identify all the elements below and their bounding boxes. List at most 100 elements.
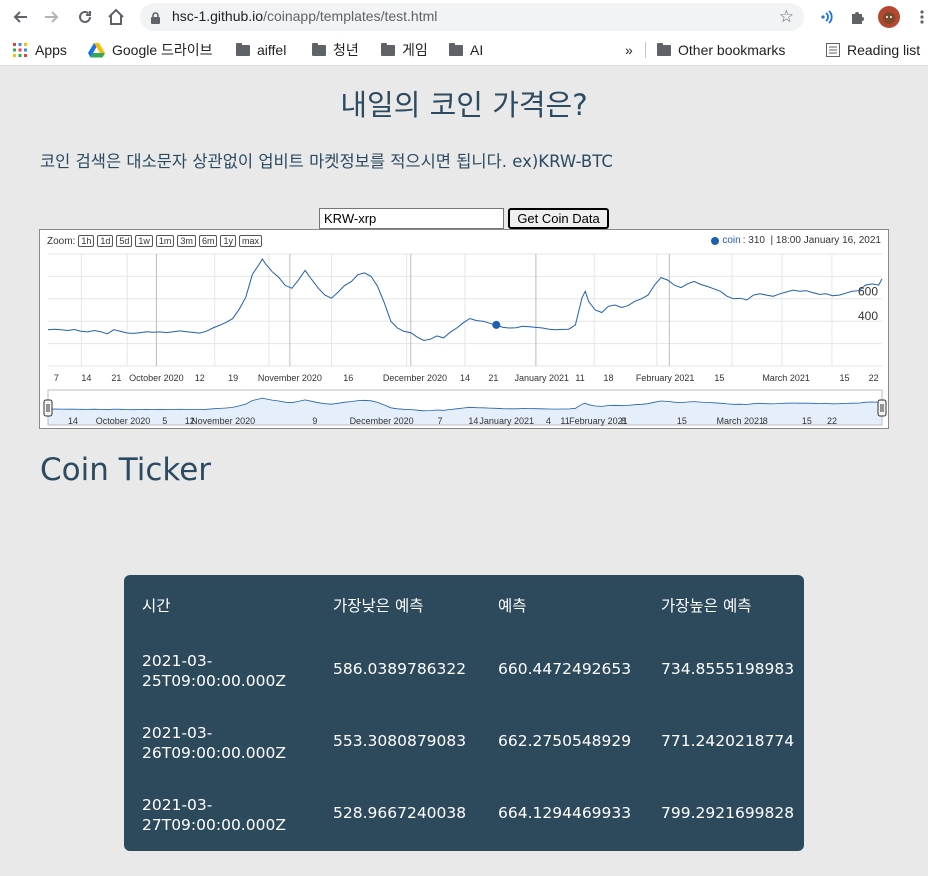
navigator-tick-label: October 2020 — [96, 416, 151, 426]
row-1-time: 2021-03-25T09:00:00.000Z — [142, 652, 286, 690]
bookmark-apps[interactable]: Apps — [12, 40, 67, 60]
chart-canvas: 600 400 7 14 21 October 2020 12 19 November 2020… — [43, 253, 887, 426]
row-3-low: 528.9667240038 — [333, 804, 467, 822]
x-tick-label: 16 — [343, 373, 353, 383]
zoom-6m-button[interactable]: 6m — [198, 235, 218, 247]
x-tick-label: October 2020 — [129, 373, 184, 383]
page-description: 코인 검색은 대소문자 상관없이 업비트 마켓정보를 적으시면 됩니다. ex)… — [40, 152, 613, 171]
row-2-high: 771.2420218774 — [661, 732, 795, 750]
navigator-tick-label: 15 — [802, 416, 812, 426]
row-2-pred: 662.2750548929 — [498, 732, 632, 750]
legend-series-name: coin — [722, 235, 741, 246]
navigator-tick-label: 4 — [546, 416, 551, 426]
x-tick-label: 19 — [228, 373, 238, 383]
row-1-low: 586.0389786322 — [333, 660, 467, 678]
x-tick-label: January 2021 — [514, 373, 569, 383]
extensions-puzzle-icon[interactable] — [846, 5, 870, 29]
bookmark-label: AI — [470, 42, 484, 58]
navigator-tick-label: 8 — [621, 416, 626, 426]
folder-icon — [312, 42, 326, 56]
navigator-tick-label: 15 — [677, 416, 687, 426]
zoom-max-button[interactable]: max — [238, 235, 262, 247]
navigator-tick-label: December 2020 — [350, 416, 414, 426]
bookmark-label: aiffel — [257, 42, 287, 58]
zoom-5d-button[interactable]: 5d — [116, 235, 133, 247]
x-tick-label: November 2020 — [258, 373, 322, 383]
y-tick-label: 600 — [858, 284, 878, 298]
x-tick-label: 15 — [839, 373, 849, 383]
legend-value: 310 — [748, 235, 765, 246]
zoom-1y-button[interactable]: 1y — [220, 235, 236, 247]
navigator-tick-label: 7 — [437, 416, 442, 426]
bookmarks-overflow-button[interactable]: » — [625, 40, 633, 60]
menu-kebab-icon[interactable] — [910, 5, 928, 29]
bookmark-star-icon[interactable]: ☆ — [779, 7, 794, 27]
home-icon[interactable] — [104, 5, 128, 29]
legend-dot-icon — [711, 236, 720, 245]
bookmarks-bar: Apps Google 드라이브 aiffel 청년 게임 AI » Other… — [0, 34, 928, 66]
folder-icon — [381, 42, 395, 56]
browser-toolbar: hsc-1.github.io/coinapp/templates/test.h… — [0, 0, 928, 34]
navigator-tick-label: March 2021 — [716, 416, 764, 426]
zoom-1w-button[interactable]: 1w — [135, 235, 153, 247]
navigator-tick-label: 14 — [68, 416, 78, 426]
x-tick-label: December 2020 — [383, 373, 447, 383]
zoom-controls: Zoom: 1h 1d 5d 1w 1m 3m 6m 1y max — [47, 235, 265, 247]
bookmark-label: Google 드라이브 — [112, 42, 213, 58]
folder-icon — [657, 42, 671, 56]
folder-icon — [449, 42, 463, 56]
back-arrow-icon[interactable] — [8, 5, 32, 29]
other-bookmarks[interactable]: Other bookmarks — [657, 40, 785, 60]
apps-grid-icon — [12, 42, 28, 58]
reading-list[interactable]: Reading list — [826, 40, 920, 60]
x-tick-label: 21 — [488, 373, 498, 383]
price-chart[interactable]: 600 400 7 14 21 October 2020 12 19 November 2020… — [39, 229, 889, 429]
bookmark-google-drive[interactable]: Google 드라이브 — [88, 40, 213, 60]
row-3-time: 2021-03-27T09:00:00.000Z — [142, 796, 286, 834]
y-tick-label: 400 — [858, 309, 878, 323]
x-tick-label: March 2021 — [762, 373, 810, 383]
bookmark-folder-aiffel[interactable]: aiffel — [236, 40, 286, 60]
zoom-3m-button[interactable]: 3m — [177, 235, 196, 247]
bookmark-folder-game[interactable]: 게임 — [381, 40, 428, 60]
navigator-tick-label: January 2021 — [479, 416, 534, 426]
forward-arrow-icon[interactable] — [40, 5, 64, 29]
x-tick-label: 12 — [195, 373, 205, 383]
x-tick-label: 21 — [111, 373, 121, 383]
get-coin-data-button[interactable]: Get Coin Data — [508, 208, 609, 229]
row-1-high: 734.8555198983 — [661, 660, 795, 678]
zoom-1m-button[interactable]: 1m — [155, 235, 175, 247]
chart-legend: coin : 310 | 18:00 January 16, 2021 — [711, 235, 881, 246]
zoom-1d-button[interactable]: 1d — [97, 235, 114, 247]
zoom-1h-button[interactable]: 1h — [78, 235, 95, 247]
row-2-time: 2021-03-26T09:00:00.000Z — [142, 724, 286, 762]
navigator-tick-label: February 2021 — [569, 416, 628, 426]
folder-icon — [236, 42, 250, 56]
x-tick-label: 18 — [603, 373, 613, 383]
navigator-handle[interactable] — [877, 399, 887, 417]
navigator-tick-label: 8 — [763, 416, 768, 426]
url-text: hsc-1.github.io/coinapp/templates/test.h… — [172, 8, 438, 24]
row-1-pred: 660.4472492653 — [498, 660, 632, 678]
reload-icon[interactable] — [73, 5, 97, 29]
profile-avatar[interactable] — [877, 5, 901, 29]
x-tick-label: 14 — [460, 373, 470, 383]
reading-list-label: Reading list — [847, 42, 921, 58]
address-bar[interactable]: hsc-1.github.io/coinapp/templates/test.h… — [140, 3, 804, 31]
navigator-handle[interactable] — [43, 399, 53, 417]
x-tick-label: 15 — [714, 373, 724, 383]
bookmark-label: Apps — [35, 42, 67, 58]
x-tick-label: 22 — [869, 373, 879, 383]
bookmark-folder-ai[interactable]: AI — [449, 40, 483, 60]
reading-list-icon — [826, 43, 840, 57]
header-highest: 가장높은 예측 — [661, 597, 752, 615]
coin-search-input[interactable] — [319, 208, 504, 229]
x-tick-label: 11 — [575, 373, 584, 383]
navigator-tick-label: November 2020 — [191, 416, 255, 426]
highlight-point — [492, 320, 501, 329]
bookmark-folder-youth[interactable]: 청년 — [312, 40, 359, 60]
x-tick-label: 14 — [81, 373, 91, 383]
zoom-label: Zoom: — [47, 235, 76, 247]
bookmark-label: 게임 — [402, 42, 428, 58]
cast-extension-icon[interactable] — [815, 5, 839, 29]
